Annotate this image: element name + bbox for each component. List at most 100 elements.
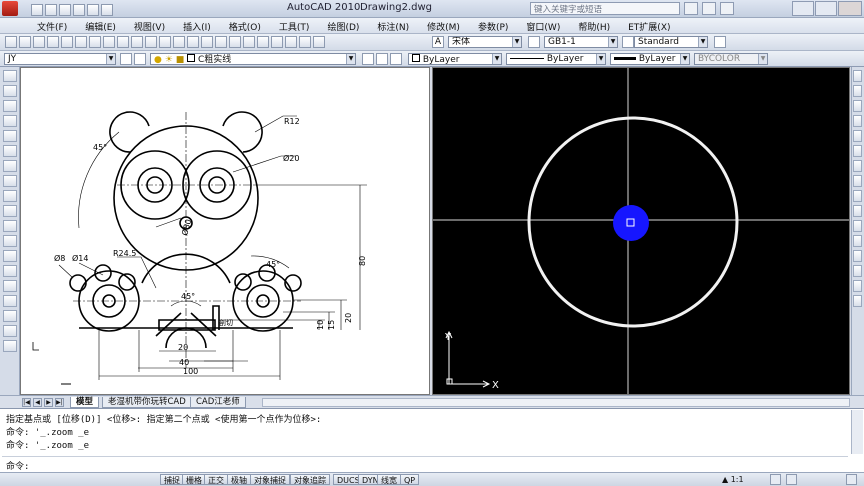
chamfer-icon[interactable] bbox=[853, 265, 862, 277]
snap-toggle[interactable]: 捕捉 bbox=[160, 474, 184, 485]
chevron-down-icon[interactable]: ▼ bbox=[346, 54, 355, 64]
first-tab-icon[interactable]: |◀ bbox=[22, 398, 31, 407]
ellipse-icon[interactable] bbox=[3, 205, 17, 217]
properties-icon[interactable] bbox=[229, 36, 241, 48]
circle-icon[interactable] bbox=[3, 160, 17, 172]
menu-edit[interactable]: 编辑(E) bbox=[76, 18, 125, 33]
chevron-down-icon[interactable]: ▼ bbox=[106, 54, 115, 64]
insert-block-icon[interactable] bbox=[3, 235, 17, 247]
last-tab-icon[interactable]: ▶| bbox=[55, 398, 64, 407]
sheet-set-icon[interactable] bbox=[271, 36, 283, 48]
new-icon[interactable] bbox=[31, 4, 43, 16]
chevron-down-icon[interactable]: ▼ bbox=[608, 37, 617, 47]
copy-icon[interactable] bbox=[103, 36, 115, 48]
hatch-icon[interactable] bbox=[3, 280, 17, 292]
qp-toggle[interactable]: QP bbox=[400, 474, 420, 485]
menu-insert[interactable]: 插入(I) bbox=[174, 18, 220, 33]
zoom-previous-icon[interactable] bbox=[215, 36, 227, 48]
multileader-style-icon[interactable] bbox=[714, 36, 726, 48]
text-style-icon[interactable]: A bbox=[432, 36, 444, 48]
make-current-icon[interactable] bbox=[362, 53, 374, 65]
make-block-icon[interactable] bbox=[3, 250, 17, 262]
offset-icon[interactable] bbox=[853, 115, 862, 127]
menu-format[interactable]: 格式(O) bbox=[220, 18, 270, 33]
minimize-icon[interactable] bbox=[792, 1, 814, 16]
chevron-down-icon[interactable]: ▼ bbox=[758, 54, 767, 64]
undo-icon[interactable] bbox=[87, 4, 99, 16]
chevron-down-icon[interactable]: ▼ bbox=[512, 37, 521, 47]
ellipse-arc-icon[interactable] bbox=[3, 220, 17, 232]
copy-object-icon[interactable] bbox=[853, 85, 862, 97]
workspace-select[interactable]: JY ▼ bbox=[4, 53, 116, 65]
tab-scrollbar[interactable] bbox=[262, 398, 850, 407]
table-style-icon[interactable] bbox=[622, 36, 634, 48]
workspace-switch-icon[interactable] bbox=[770, 474, 781, 485]
break-icon[interactable] bbox=[853, 235, 862, 247]
layer-previous-icon[interactable] bbox=[376, 53, 388, 65]
menu-view[interactable]: 视图(V) bbox=[125, 18, 174, 33]
tool-palettes-icon[interactable] bbox=[257, 36, 269, 48]
chevron-down-icon[interactable]: ▼ bbox=[596, 54, 605, 64]
help-icon[interactable] bbox=[313, 36, 325, 48]
linetype-select[interactable]: ByLayer ▼ bbox=[506, 53, 606, 65]
mirror-icon[interactable] bbox=[853, 100, 862, 112]
stretch-icon[interactable] bbox=[853, 190, 862, 202]
menu-dimension[interactable]: 标注(N) bbox=[368, 18, 418, 33]
array-icon[interactable] bbox=[853, 130, 862, 142]
polygon-icon[interactable] bbox=[3, 115, 17, 127]
star-icon[interactable] bbox=[702, 2, 716, 15]
layer-manager-icon[interactable] bbox=[120, 53, 132, 65]
modelspace-viewport[interactable]: Y X bbox=[432, 67, 850, 395]
multiline-text-icon[interactable] bbox=[3, 340, 17, 352]
grid-toggle[interactable]: 栅格 bbox=[182, 474, 206, 485]
revision-cloud-icon[interactable] bbox=[3, 175, 17, 187]
zoom-window-icon[interactable] bbox=[201, 36, 213, 48]
binoculars-icon[interactable] bbox=[684, 2, 698, 15]
gradient-icon[interactable] bbox=[3, 295, 17, 307]
color-select[interactable]: ByLayer ▼ bbox=[408, 53, 502, 65]
paste-icon[interactable] bbox=[117, 36, 129, 48]
table-style-select[interactable]: Standard ▼ bbox=[634, 36, 708, 48]
next-tab-icon[interactable]: ▶ bbox=[44, 398, 53, 407]
prev-tab-icon[interactable]: ◀ bbox=[33, 398, 42, 407]
menu-draw[interactable]: 绘图(D) bbox=[318, 18, 368, 33]
layer-isolate-icon[interactable] bbox=[390, 53, 402, 65]
preview-icon[interactable] bbox=[61, 36, 73, 48]
rectangle-icon[interactable] bbox=[3, 130, 17, 142]
text-font-select[interactable]: 宋体 ▼ bbox=[448, 36, 522, 48]
trim-icon[interactable] bbox=[853, 205, 862, 217]
menu-file[interactable]: 文件(F) bbox=[28, 18, 76, 33]
move-icon[interactable] bbox=[853, 145, 862, 157]
zoom-realtime-icon[interactable] bbox=[187, 36, 199, 48]
otrack-toggle[interactable]: 对象追踪 bbox=[290, 474, 330, 485]
lineweight-select[interactable]: ByLayer ▼ bbox=[610, 53, 690, 65]
region-icon[interactable] bbox=[3, 310, 17, 322]
layer-state-icon[interactable] bbox=[134, 53, 146, 65]
redo-icon[interactable] bbox=[101, 4, 113, 16]
command-scrollbar[interactable] bbox=[851, 410, 863, 454]
point-icon[interactable] bbox=[3, 265, 17, 277]
print-icon[interactable] bbox=[73, 4, 85, 16]
osnap-toggle[interactable]: 对象捕捉 bbox=[250, 474, 290, 485]
dim-style-icon[interactable] bbox=[528, 36, 540, 48]
lineweight-toggle[interactable]: 线宽 bbox=[377, 474, 401, 485]
dim-style-select[interactable]: GB1-1 ▼ bbox=[544, 36, 618, 48]
design-center-icon[interactable] bbox=[243, 36, 255, 48]
table-icon[interactable] bbox=[3, 325, 17, 337]
autocad-logo-icon[interactable] bbox=[2, 1, 18, 16]
rotate-icon[interactable] bbox=[853, 160, 862, 172]
undo-icon[interactable] bbox=[145, 36, 157, 48]
search-box[interactable]: 键入关键字或短语 bbox=[530, 2, 680, 15]
tab-layout2[interactable]: CAD江老师 bbox=[190, 397, 246, 408]
redo-icon[interactable] bbox=[159, 36, 171, 48]
chevron-down-icon[interactable]: ▼ bbox=[698, 37, 707, 47]
menu-modify[interactable]: 修改(M) bbox=[418, 18, 469, 33]
command-input[interactable]: 命令: bbox=[2, 456, 848, 472]
markup-icon[interactable] bbox=[285, 36, 297, 48]
menu-parametric[interactable]: 参数(P) bbox=[469, 18, 517, 33]
menu-tools[interactable]: 工具(T) bbox=[270, 18, 319, 33]
cut-icon[interactable] bbox=[89, 36, 101, 48]
plotstyle-select[interactable]: BYCOLOR ▼ bbox=[694, 53, 768, 65]
chevron-down-icon[interactable]: ▼ bbox=[492, 54, 501, 64]
menu-express[interactable]: ET扩展(X) bbox=[619, 18, 679, 33]
